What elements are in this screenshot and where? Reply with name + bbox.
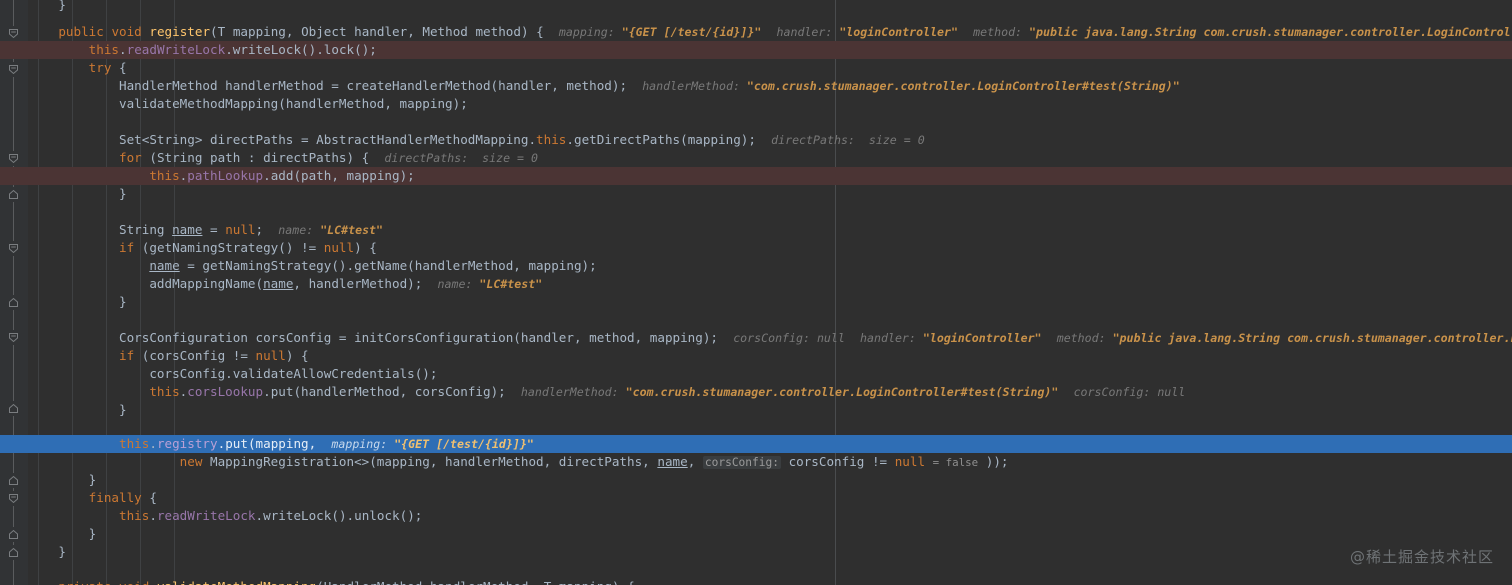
code-line[interactable]: try {	[0, 59, 1512, 77]
code-line[interactable]: }	[0, 525, 1512, 543]
code-editor[interactable]: } public void register(T mapping, Object…	[0, 0, 1512, 585]
code-line[interactable]: String name = null; name: "LC#test"	[0, 221, 1512, 239]
code-line[interactable]: name = getNamingStrategy().getName(handl…	[0, 257, 1512, 275]
code-line[interactable]: this.pathLookup.add(path, mapping);	[0, 167, 1512, 185]
code-line[interactable]: }	[0, 293, 1512, 311]
code-line[interactable]: new MappingRegistration<>(mapping, handl…	[0, 453, 1512, 471]
code-line[interactable]: }	[0, 471, 1512, 489]
code-line[interactable]: }	[0, 0, 1512, 14]
code-line[interactable]: finally {	[0, 489, 1512, 507]
code-line[interactable]: if (corsConfig != null) {	[0, 347, 1512, 365]
code-line[interactable]: }	[0, 401, 1512, 419]
code-line[interactable]: this.readWriteLock.writeLock().unlock();	[0, 507, 1512, 525]
code-line[interactable]: Set<String> directPaths = AbstractHandle…	[0, 131, 1512, 149]
token-brace: }	[58, 0, 66, 12]
code-line[interactable]: this.readWriteLock.writeLock().lock();	[0, 41, 1512, 59]
code-line[interactable]: if (getNamingStrategy() != null) {	[0, 239, 1512, 257]
code-line[interactable]: for (String path : directPaths) { direct…	[0, 149, 1512, 167]
code-line[interactable]: corsConfig.validateAllowCredentials();	[0, 365, 1512, 383]
code-line[interactable]: public void register(T mapping, Object h…	[0, 23, 1512, 41]
code-line-selected[interactable]: this.registry.put(mapping, mapping: "{GE…	[0, 435, 1512, 453]
site-watermark: @稀土掘金技术社区	[1349, 548, 1494, 566]
code-text-layer[interactable]: } public void register(T mapping, Object…	[0, 0, 1512, 585]
code-line[interactable]: CorsConfiguration corsConfig = initCorsC…	[0, 329, 1512, 347]
code-line-clipped[interactable]: private void validateMethodMapping(Handl…	[0, 578, 1512, 585]
code-line[interactable]: validateMethodMapping(handlerMethod, map…	[0, 95, 1512, 113]
code-line[interactable]: this.corsLookup.put(handlerMethod, corsC…	[0, 383, 1512, 401]
code-line[interactable]: }	[0, 185, 1512, 203]
code-line[interactable]: addMappingName(name, handlerMethod); nam…	[0, 275, 1512, 293]
code-line[interactable]: }	[0, 543, 1512, 561]
code-line[interactable]: HandlerMethod handlerMethod = createHand…	[0, 77, 1512, 95]
